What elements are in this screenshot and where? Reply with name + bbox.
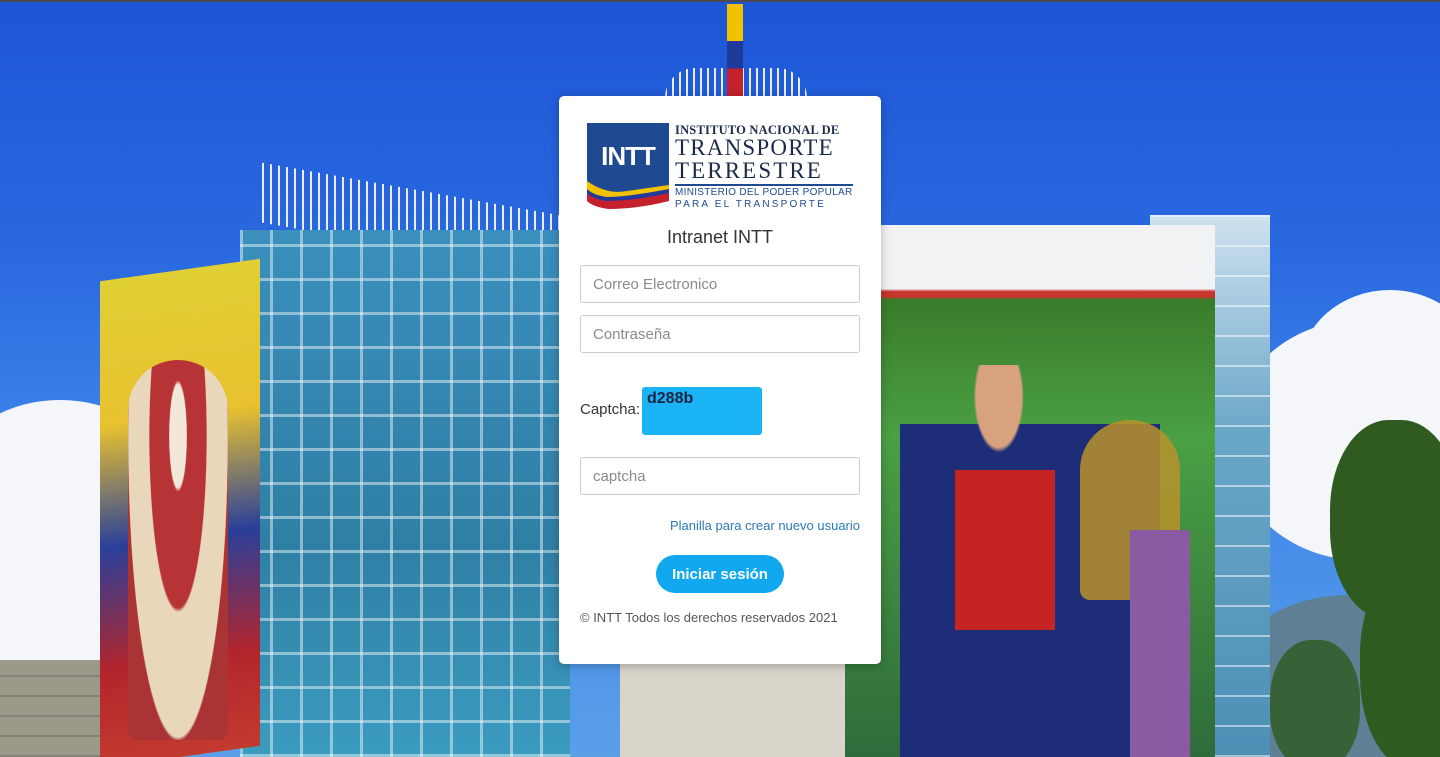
right-banner-vest (955, 470, 1055, 630)
small-building (0, 660, 100, 757)
login-button[interactable]: Iniciar sesión (656, 555, 784, 593)
email-field[interactable] (580, 265, 860, 303)
intt-logo: INTT INSTITUTO NACIONAL DE TRANSPORTE TE… (587, 123, 853, 217)
top-border (0, 0, 1440, 2)
password-field[interactable] (580, 315, 860, 353)
captcha-input[interactable] (580, 457, 860, 495)
register-link[interactable]: Planilla para crear nuevo usuario (670, 518, 860, 533)
logo-rule (675, 184, 853, 186)
left-banner-figure (128, 360, 228, 740)
captcha-label: Captcha: (580, 401, 641, 418)
copyright-text: © INTT Todos los derechos reservados 202… (580, 610, 838, 625)
glass-building (240, 230, 570, 757)
captcha-image: d288b (642, 387, 762, 435)
logo-line-3: TERRESTRE (675, 158, 823, 183)
tower (620, 660, 845, 757)
logo-line-4: MINISTERIO DEL PODER POPULAR (675, 187, 853, 198)
login-card: INTT INSTITUTO NACIONAL DE TRANSPORTE TE… (559, 96, 881, 664)
right-banner-drape (1130, 530, 1190, 757)
flag (727, 4, 743, 96)
page-title: Intranet INTT (666, 227, 774, 247)
captcha-code: d288b (647, 390, 694, 407)
logo-line-5: PARA EL TRANSPORTE (675, 199, 826, 210)
logo-abbr: INTT (601, 141, 656, 171)
logo-swoosh-icon (587, 181, 669, 209)
tree (1270, 640, 1360, 757)
